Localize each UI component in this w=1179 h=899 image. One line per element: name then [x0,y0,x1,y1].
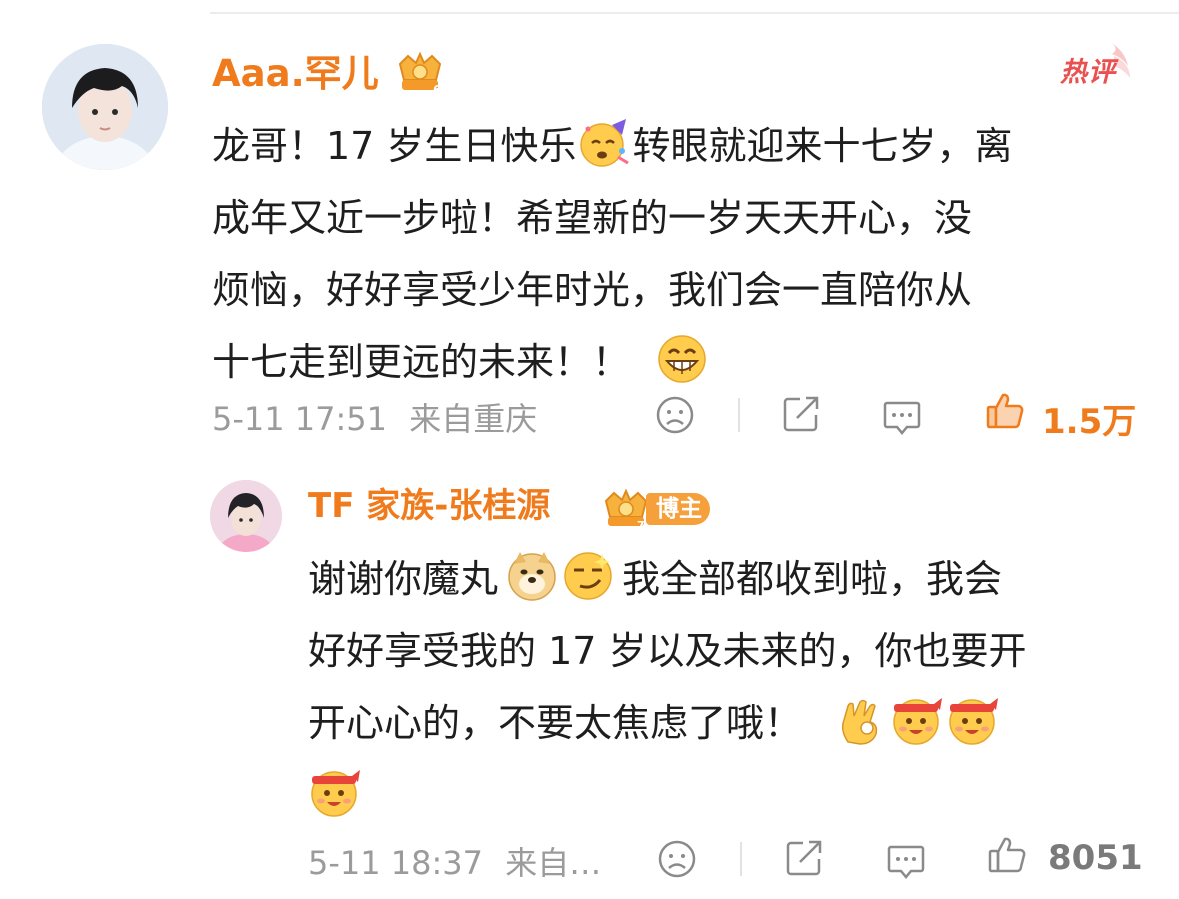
reply-body: 谢谢你魔丸 我全部都收到啦，我会 好好享受我的 17 岁以及未来的，你也要开 开… [308,543,1148,831]
comment-location: 来自重庆 [409,400,538,438]
cheer-emoji [890,694,943,746]
comment-text-4: 十七走到更远的未来！！ [212,340,631,384]
reply-line-1: 谢谢你魔丸 我全部都收到啦，我会 [308,543,1148,615]
like-icon[interactable] [984,390,1026,432]
comment-line-4: 十七走到更远的未来！！ [212,326,1152,398]
action-separator [738,398,740,432]
reply-text-3: 开心心的，不要太焦虑了哦！ [308,701,803,745]
dislike-icon[interactable] [656,838,698,880]
reply-timestamp: 5-11 18:37 [308,844,484,882]
cheer-emoji [308,766,360,818]
comment-line-2: 成年又近一步啦！希望新的一岁天天开心，没 [212,196,973,240]
share-icon[interactable] [783,837,825,879]
reply-line-2: 好好享受我的 17 岁以及未来的，你也要开 [308,629,1027,673]
blogger-username[interactable]: TF 家族-张桂源 [308,489,550,523]
reply-line-3: 开心心的，不要太焦虑了哦！ [308,687,1148,759]
blogger-badge: 7 博主 [600,487,712,531]
reply-like-count: 8051 [1048,838,1143,878]
comment-line-1: 龙哥！17 岁生日快乐 转眼就迎来十七岁，离 [212,110,1152,182]
grin-emoji [656,333,708,385]
ok-hand-emoji [834,694,886,746]
share-icon[interactable] [780,393,822,435]
blogger-badge-label: 博主 [646,493,710,525]
smirk-emoji [562,550,614,602]
dislike-icon[interactable] [654,394,696,436]
reply-text-1a: 谢谢你魔丸 [308,557,499,601]
comment-like-count: 1.5万 [1042,402,1137,442]
reply-icon[interactable] [885,839,927,881]
action-separator [740,842,742,876]
reply-line-4 [308,759,1148,831]
comment-meta: 5-11 17:51 来自重庆 [212,394,537,440]
comment-line-3: 烦恼，好好享受少年时光，我们会一直陪你从 [212,268,973,312]
hot-comment-label: 热评 [1060,57,1116,88]
reply-location: 来自… [505,844,602,882]
reply-icon[interactable] [881,395,923,437]
party-face-emoji [578,117,630,169]
comment-text-1a: 龙哥！17 岁生日快乐 [212,124,577,168]
reply-text-1b: 我全部都收到啦，我会 [622,557,1003,601]
commenter-avatar[interactable] [42,44,168,170]
comment-body: 龙哥！17 岁生日快乐 转眼就迎来十七岁，离 成年又近一步啦！希望新的一岁天天开… [212,110,1152,398]
svg-text:7: 7 [637,519,645,531]
cheer-emoji [946,694,999,746]
like-icon[interactable] [986,834,1028,876]
svg-text:6: 6 [433,83,441,96]
doge-emoji [506,550,558,602]
reply-meta: 5-11 18:37 来自… [308,838,601,884]
hot-comment-tag: 热评 [1054,40,1134,88]
fan-badge-icon[interactable]: 6 [392,50,448,97]
comment-timestamp: 5-11 17:51 [212,400,388,438]
commenter-username[interactable]: Aaa.罕儿 [212,55,379,92]
top-divider [210,12,1179,14]
blogger-avatar[interactable] [210,480,282,552]
comment-text-1b: 转眼就迎来十七岁，离 [632,124,1013,168]
